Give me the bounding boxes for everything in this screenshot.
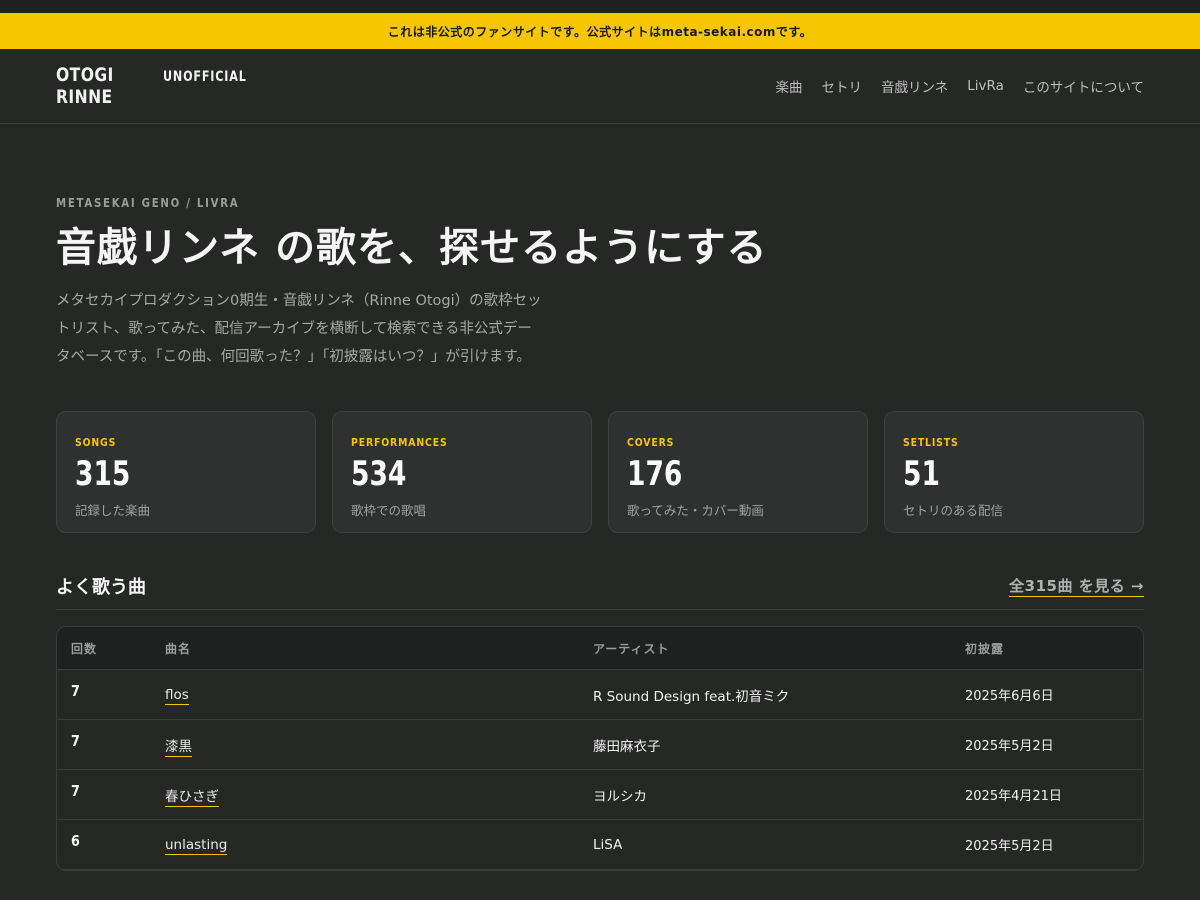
table-row: 7 春ひさぎ ヨルシカ 2025年4月21日 [57,770,1143,820]
nav-about[interactable]: このサイトについて [1023,76,1144,96]
nav-songs[interactable]: 楽曲 [776,76,803,96]
song-link[interactable]: unlasting [165,836,228,855]
table-row: 7 flos R Sound Design feat.初音ミク 2025年6月6… [57,670,1143,720]
stat-label: SETLISTS [903,436,959,449]
site-header: OTOGI RINNE UNOFFICIAL 楽曲 セトリ 音戯リンネ LivR… [0,49,1200,124]
stat-value: 176 [627,454,683,494]
column-header-count[interactable]: 回数 [57,640,165,657]
hero-eyebrow: METASEKAI GENO / LIVRA [56,196,240,210]
logo-main-text: OTOGI RINNE [56,64,114,108]
main-content: METASEKAI GENO / LIVRA 音戯リンネ の歌を、探せるようにす… [0,124,1200,871]
view-all-songs-link[interactable]: 全315曲 を見る → [1009,575,1144,597]
play-count: 7 [71,781,80,800]
nav-livra[interactable]: LivRa [967,78,1004,94]
stat-value: 315 [75,454,131,494]
stat-label: SONGS [75,436,117,449]
artist-name: LiSA [593,836,623,853]
stat-caption: 歌ってみた・カバー動画 [627,503,764,518]
table-row: 7 漆黒 藤田麻衣子 2025年5月2日 [57,720,1143,770]
stat-caption: セトリのある配信 [903,503,1004,518]
first-performed-date: 2025年4月21日 [965,789,1062,804]
first-performed-date: 2025年5月2日 [965,839,1054,854]
column-header-first-performed[interactable]: 初披露 [965,640,1143,657]
hero-description: メタセカイプロダクション0期生・音戯リンネ（Rinne Otogi）の歌枠セット… [56,293,542,365]
logo-sub-text: UNOFFICIAL [163,69,247,85]
nav-setlists[interactable]: セトリ [822,76,863,96]
table-header: 回数 曲名 アーティスト 初披露 [57,627,1143,670]
stats-row: SONGS 315 記録した楽曲 PERFORMANCES 534 歌枠での歌唱… [56,411,1144,533]
stat-card-songs: SONGS 315 記録した楽曲 [56,411,316,533]
column-header-song[interactable]: 曲名 [165,640,593,657]
stat-card-setlists: SETLISTS 51 セトリのある配信 [884,411,1144,533]
play-count: 6 [71,831,80,850]
site-logo[interactable]: OTOGI RINNE UNOFFICIAL [56,64,268,108]
main-nav: 楽曲 セトリ 音戯リンネ LivRa このサイトについて [776,76,1144,96]
section-title: よく歌う曲 [56,577,146,598]
table-row: 6 unlasting LiSA 2025年5月2日 [57,820,1143,870]
nav-otogi-rinne[interactable]: 音戯リンネ [881,76,948,96]
top-strip [0,0,1200,13]
stat-value: 534 [351,454,407,494]
song-link[interactable]: 春ひさぎ [165,788,219,807]
first-performed-date: 2025年5月2日 [965,739,1054,754]
stat-caption: 記録した楽曲 [75,503,151,518]
song-link[interactable]: flos [165,686,189,705]
first-performed-date: 2025年6月6日 [965,689,1054,704]
hero-title: 音戯リンネ の歌を、探せるようにする [56,225,768,271]
play-count: 7 [71,731,80,750]
play-count: 7 [71,681,80,700]
popular-section-header: よく歌う曲 全315曲 を見る → [56,573,1144,610]
artist-name: ヨルシカ [593,788,647,805]
column-header-artist[interactable]: アーティスト [593,640,965,657]
stat-card-performances: PERFORMANCES 534 歌枠での歌唱 [332,411,592,533]
unofficial-notice-banner: これは非公式のファンサイトです。公式サイトはmeta-sekai.comです。 [0,13,1200,49]
stat-value: 51 [903,454,940,494]
stat-caption: 歌枠での歌唱 [351,503,427,518]
artist-name: 藤田麻衣子 [593,738,661,755]
popular-songs-table: 回数 曲名 アーティスト 初披露 7 flos R Sound Design f… [56,626,1144,871]
artist-name: R Sound Design feat.初音ミク [593,688,790,705]
stat-label: PERFORMANCES [351,436,448,449]
song-link[interactable]: 漆黒 [165,738,192,757]
stat-label: COVERS [627,436,675,449]
stat-card-covers: COVERS 176 歌ってみた・カバー動画 [608,411,868,533]
